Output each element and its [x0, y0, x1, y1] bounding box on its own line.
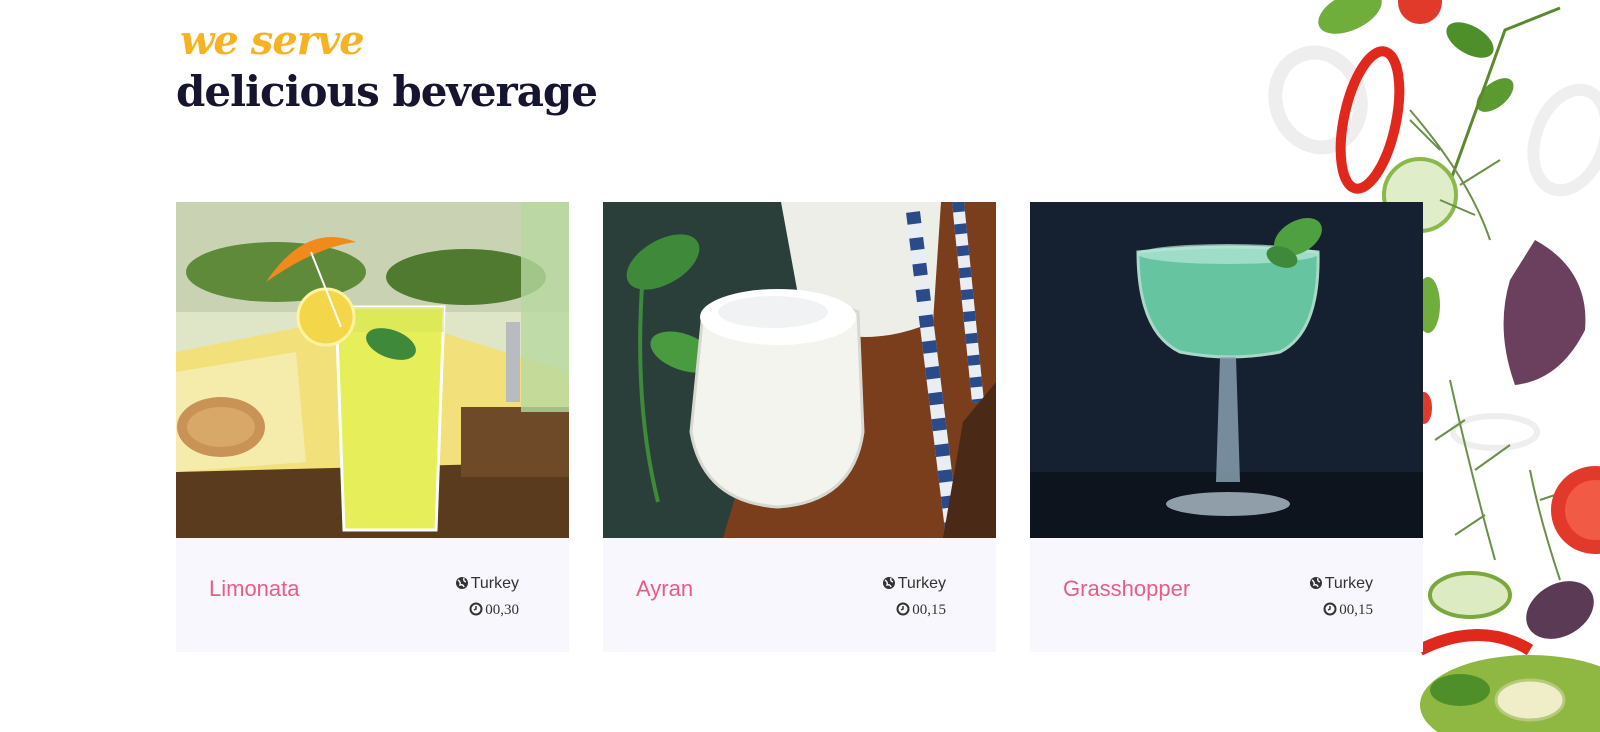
beverage-card-limonata[interactable]: Limonata Turkey 00,30	[176, 202, 569, 652]
beverage-origin: Turkey	[470, 575, 519, 592]
beverage-origin: Turkey	[897, 575, 946, 592]
beverage-card-ayran[interactable]: Ayran Turkey 00,15	[603, 202, 996, 652]
ayran-glass-image[interactable]	[603, 202, 996, 538]
globe-icon	[882, 574, 896, 598]
beverage-meta: Turkey 00,15	[1309, 572, 1373, 624]
section-title: delicious beverage	[176, 67, 598, 116]
beverage-meta: Turkey 00,30	[455, 572, 519, 624]
grasshopper-cocktail-image[interactable]	[1030, 202, 1423, 538]
beverage-time: 00,30	[485, 602, 519, 618]
globe-icon	[1309, 574, 1323, 598]
beverage-card-grasshopper[interactable]: Grasshopper Turkey 00,15	[1030, 202, 1423, 652]
beverage-name[interactable]: Grasshopper	[1063, 576, 1190, 602]
beverage-origin: Turkey	[1324, 575, 1373, 592]
globe-icon	[455, 574, 469, 598]
section-subtitle: we serve	[180, 17, 365, 64]
clock-icon	[1323, 600, 1337, 624]
lemonade-glass-image[interactable]	[176, 202, 569, 538]
card-footer: Grasshopper Turkey 00,15	[1030, 538, 1423, 652]
beverage-name[interactable]: Ayran	[636, 576, 693, 602]
section-heading: we serve delicious beverage	[176, 14, 598, 116]
card-footer: Limonata Turkey 00,30	[176, 538, 569, 652]
beverage-time: 00,15	[912, 602, 946, 618]
beverage-time: 00,15	[1339, 602, 1373, 618]
card-footer: Ayran Turkey 00,15	[603, 538, 996, 652]
beverage-name[interactable]: Limonata	[209, 576, 300, 602]
beverage-meta: Turkey 00,15	[882, 572, 946, 624]
clock-icon	[896, 600, 910, 624]
clock-icon	[469, 600, 483, 624]
